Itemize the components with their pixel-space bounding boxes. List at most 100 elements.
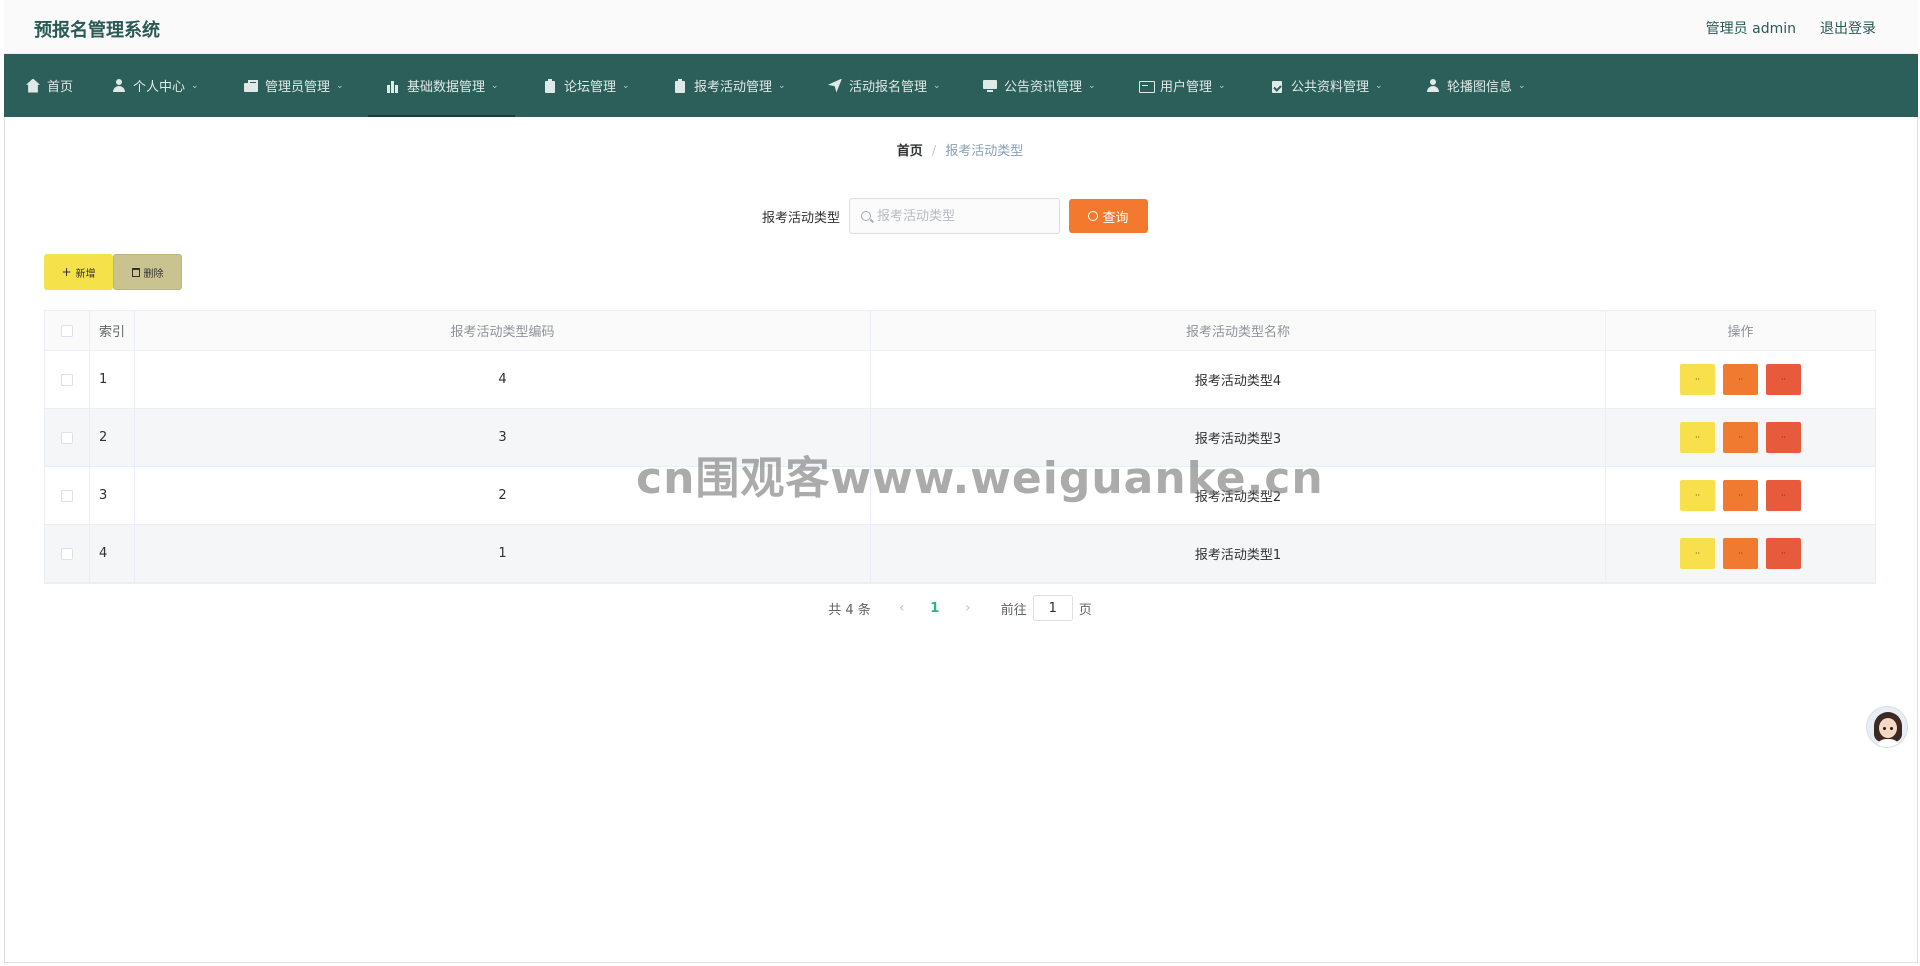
delete-button[interactable]: 删除 (113, 254, 182, 290)
chevron-down-icon: ⌄ (933, 80, 941, 91)
plus-icon: + (61, 265, 72, 279)
chevron-down-icon: ⌄ (778, 80, 786, 91)
row-delete-button[interactable]: ·· (1766, 480, 1801, 511)
row-actions: ·· ·· ·· (1606, 467, 1875, 524)
table-row: 1 4 报考活动类型4 ·· ·· ·· (45, 351, 1875, 409)
trash-icon (131, 267, 140, 277)
row-checkbox[interactable] (61, 547, 73, 560)
clipboard-check-icon (1270, 79, 1284, 93)
logout-link[interactable]: 退出登录 (1820, 18, 1876, 38)
row-checkbox[interactable] (61, 489, 73, 502)
add-button-label: 新增 (75, 268, 96, 280)
nav-label: 论坛管理 (564, 80, 617, 95)
avatar-eye (1890, 727, 1893, 730)
row-checkbox[interactable] (61, 373, 73, 386)
view-button[interactable]: ·· (1680, 422, 1715, 453)
view-button[interactable]: ·· (1680, 538, 1715, 569)
nav-item-exam-activity[interactable]: 报考活动管理 ⌄ (673, 54, 786, 117)
nav-item-admin[interactable]: 管理员管理 ⌄ (244, 54, 344, 117)
edit-button[interactable]: ·· (1723, 538, 1758, 569)
avatar-face (1879, 718, 1897, 738)
nav-label: 公共资料管理 (1291, 80, 1370, 95)
breadcrumb-home[interactable]: 首页 (897, 144, 923, 159)
nav-item-public-materials[interactable]: 公共资料管理 ⌄ (1270, 54, 1383, 117)
nav-item-base-data[interactable]: 基础数据管理 ⌄ (368, 54, 515, 117)
main-nav: 首页 个人中心 ⌄ 管理员管理 ⌄ 基础数据管理 ⌄ 论坛管理 ⌄ 报考活动管理… (4, 54, 1918, 117)
search-field[interactable] (849, 198, 1060, 234)
nav-label: 基础数据管理 (407, 80, 486, 95)
nav-label: 轮播图信息 (1447, 80, 1513, 95)
edit-button[interactable]: ·· (1723, 480, 1758, 511)
row-checkbox-cell (45, 525, 90, 582)
nav-label: 首页 (47, 80, 74, 95)
row-index: 2 (90, 409, 135, 466)
row-delete-button[interactable]: ·· (1766, 538, 1801, 569)
pagination: 共 4 条 ‹ 1 › 前往 1 页 (0, 595, 1920, 621)
briefcase-icon (244, 79, 258, 93)
column-header-code: 报考活动类型编码 (135, 311, 871, 350)
row-actions: ·· ·· ·· (1606, 525, 1875, 582)
search-label: 报考活动类型 (762, 211, 841, 226)
row-delete-button[interactable]: ·· (1766, 364, 1801, 395)
view-button[interactable]: ·· (1680, 364, 1715, 395)
chevron-down-icon: ⌄ (1088, 80, 1096, 91)
nav-item-users[interactable]: 用户管理 ⌄ (1139, 54, 1226, 117)
nav-item-forum[interactable]: 论坛管理 ⌄ (543, 54, 630, 117)
row-actions: ·· ·· ·· (1606, 351, 1875, 408)
chevron-down-icon: ⌄ (1518, 80, 1526, 91)
nav-label: 管理员管理 (265, 80, 331, 95)
pagination-goto-label: 前往 (1000, 602, 1027, 618)
chevron-down-icon: ⌄ (622, 80, 630, 91)
nav-item-activity-signup[interactable]: 活动报名管理 ⌄ (828, 54, 941, 117)
table-header: 索引 报考活动类型编码 报考活动类型名称 操作 (45, 311, 1875, 351)
add-button[interactable]: + 新增 (44, 254, 113, 290)
pagination-goto-input[interactable]: 1 (1032, 595, 1073, 621)
nav-item-home[interactable]: 首页 (26, 54, 73, 117)
row-index: 1 (90, 351, 135, 408)
edit-button[interactable]: ·· (1723, 364, 1758, 395)
id-card-icon (1139, 79, 1155, 93)
row-checkbox-cell (45, 351, 90, 408)
breadcrumb-separator: / (931, 144, 937, 159)
breadcrumb-current: 报考活动类型 (945, 144, 1024, 159)
nav-item-announcements[interactable]: 公告资讯管理 ⌄ (983, 54, 1096, 117)
table-row: 2 3 报考活动类型3 ·· ·· ·· (45, 409, 1875, 467)
chevron-down-icon: ⌄ (191, 80, 199, 91)
top-bar: 预报名管理系统 管理员 admin 退出登录 (4, 0, 1918, 54)
search-input[interactable] (877, 199, 1057, 233)
pagination-total: 共 4 条 (828, 602, 871, 618)
send-icon (828, 78, 842, 93)
nav-label: 用户管理 (1160, 80, 1213, 95)
nav-item-profile[interactable]: 个人中心 ⌄ (112, 54, 199, 117)
row-name: 报考活动类型2 (871, 467, 1606, 524)
app-title: 预报名管理系统 (34, 20, 160, 41)
view-button[interactable]: ·· (1680, 480, 1715, 511)
row-index: 4 (90, 525, 135, 582)
current-user: 管理员 admin (1705, 21, 1796, 37)
row-checkbox[interactable] (61, 431, 73, 444)
prev-page-icon[interactable]: ‹ (887, 600, 917, 616)
nav-label: 报考活动管理 (694, 80, 773, 95)
row-checkbox-cell (45, 409, 90, 466)
column-header-name: 报考活动类型名称 (871, 311, 1606, 350)
search-icon (1088, 211, 1099, 221)
nav-label: 个人中心 (133, 80, 186, 95)
chevron-down-icon: ⌄ (491, 80, 499, 91)
edit-button[interactable]: ·· (1723, 422, 1758, 453)
row-actions: ·· ·· ·· (1606, 409, 1875, 466)
query-button[interactable]: 查询 (1069, 199, 1148, 233)
row-checkbox-cell (45, 467, 90, 524)
bar-chart-icon (386, 79, 400, 93)
row-name: 报考活动类型4 (871, 351, 1606, 408)
assistant-avatar[interactable] (1866, 706, 1908, 748)
clipboard-icon (673, 78, 687, 93)
next-page-icon[interactable]: › (953, 600, 983, 616)
table-row: 3 2 报考活动类型2 ·· ·· ·· (45, 467, 1875, 525)
chevron-down-icon: ⌄ (1218, 80, 1226, 91)
chevron-down-icon: ⌄ (1375, 80, 1383, 91)
select-all-checkbox[interactable] (61, 324, 73, 337)
pagination-current-page[interactable]: 1 (917, 601, 953, 616)
row-delete-button[interactable]: ·· (1766, 422, 1801, 453)
nav-item-carousel[interactable]: 轮播图信息 ⌄ (1426, 54, 1526, 117)
column-header-actions: 操作 (1727, 325, 1754, 340)
